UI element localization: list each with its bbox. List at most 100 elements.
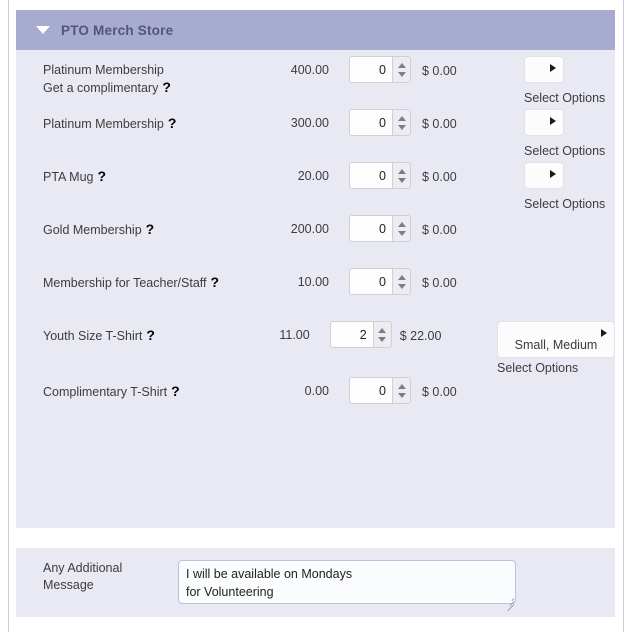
select-options-caption: Select Options	[524, 197, 606, 211]
product-name-line2: Get a complimentary	[43, 81, 159, 95]
product-name-line1: Platinum Membership	[43, 117, 164, 131]
stepper-buttons[interactable]	[392, 377, 411, 404]
stepper-down-icon[interactable]	[378, 336, 387, 342]
stepper-buttons[interactable]	[392, 215, 411, 242]
product-rows: Platinum Membership Get a complimentary? 4…	[16, 50, 615, 428]
question-mark-icon[interactable]: ?	[168, 115, 177, 131]
table-row: Youth Size T-Shirt? 11.00 $ 22.00 Small, Me…	[16, 319, 615, 375]
quantity-stepper[interactable]	[349, 215, 411, 242]
quantity-stepper[interactable]	[349, 268, 411, 295]
stepper-up-icon[interactable]	[397, 115, 406, 121]
question-mark-icon[interactable]: ?	[171, 383, 180, 399]
stepper-down-icon[interactable]	[397, 124, 406, 130]
stepper-buttons[interactable]	[392, 56, 411, 83]
product-subtotal: $ 22.00	[399, 329, 442, 343]
stepper-buttons[interactable]	[372, 321, 392, 348]
chevron-right-icon[interactable]	[550, 117, 556, 125]
question-mark-icon[interactable]: ?	[97, 168, 106, 184]
page-left-border	[8, 0, 9, 632]
quantity-input[interactable]	[349, 268, 392, 295]
quantity-cell	[329, 266, 414, 295]
select-options-dropdown[interactable]	[524, 109, 564, 136]
quantity-input[interactable]	[349, 215, 392, 242]
page-right-border	[623, 0, 624, 632]
store-panel: PTO Merch Store Platinum Membership Get a…	[16, 10, 615, 528]
options-cell: Select Options	[492, 160, 615, 211]
quantity-stepper[interactable]	[349, 162, 411, 189]
quantity-stepper[interactable]	[329, 321, 392, 348]
quantity-input[interactable]	[349, 56, 392, 83]
product-price: 20.00	[297, 169, 329, 183]
stepper-up-icon[interactable]	[397, 383, 406, 389]
chevron-right-icon[interactable]	[550, 64, 556, 72]
options-cell	[492, 213, 615, 215]
question-mark-icon[interactable]: ?	[162, 79, 171, 95]
stepper-down-icon[interactable]	[397, 71, 406, 77]
stepper-buttons[interactable]	[392, 109, 411, 136]
options-cell	[492, 375, 615, 377]
additional-message-label-line2: Message	[43, 578, 94, 592]
quantity-input[interactable]	[349, 109, 392, 136]
select-options-caption: Select Options	[497, 361, 579, 375]
stepper-up-icon[interactable]	[397, 62, 406, 68]
product-name: Gold Membership?	[28, 213, 243, 239]
triangle-down-icon[interactable]	[36, 26, 50, 34]
product-name: Platinum Membership?	[28, 107, 243, 133]
question-mark-icon[interactable]: ?	[146, 327, 155, 343]
product-price: 200.00	[290, 222, 329, 236]
table-row: Gold Membership? 200.00 $ 0.00	[16, 213, 615, 266]
stepper-up-icon[interactable]	[397, 168, 406, 174]
product-subtotal: $ 0.00	[422, 170, 457, 184]
product-name-line1: Membership for Teacher/Staff	[43, 276, 207, 290]
product-name-line1: Platinum Membership	[43, 63, 164, 77]
stepper-buttons[interactable]	[392, 162, 411, 189]
additional-message-textarea[interactable]	[178, 560, 516, 604]
question-mark-icon[interactable]: ?	[211, 274, 220, 290]
stepper-down-icon[interactable]	[397, 177, 406, 183]
product-name: Complimentary T-Shirt?	[28, 375, 243, 401]
stepper-up-icon[interactable]	[397, 274, 406, 280]
product-subtotal: $ 0.00	[422, 223, 457, 237]
table-row: Platinum Membership Get a complimentary? 4…	[16, 54, 615, 107]
select-options-dropdown[interactable]: Small, Medium	[497, 321, 615, 358]
product-price: 10.00	[297, 275, 329, 289]
store-title: PTO Merch Store	[61, 22, 174, 38]
stepper-up-icon[interactable]	[378, 327, 387, 333]
product-name-line1: Youth Size T-Shirt	[43, 329, 143, 343]
quantity-cell	[329, 107, 414, 136]
table-row: Membership for Teacher/Staff? 10.00 $ 0.00	[16, 266, 615, 319]
chevron-right-icon[interactable]	[550, 170, 556, 178]
select-options-caption: Select Options	[524, 144, 606, 158]
quantity-cell	[329, 160, 414, 189]
quantity-stepper[interactable]	[349, 377, 411, 404]
quantity-input[interactable]	[349, 162, 392, 189]
select-options-caption: Select Options	[524, 91, 606, 105]
quantity-cell	[310, 319, 392, 348]
select-options-dropdown[interactable]	[524, 162, 564, 189]
store-header[interactable]: PTO Merch Store	[16, 10, 615, 50]
options-cell: Select Options	[492, 54, 615, 105]
product-name: Membership for Teacher/Staff?	[28, 266, 243, 292]
stepper-down-icon[interactable]	[397, 392, 406, 398]
stepper-down-icon[interactable]	[397, 283, 406, 289]
product-subtotal: $ 0.00	[422, 64, 457, 78]
stepper-down-icon[interactable]	[397, 230, 406, 236]
select-options-dropdown[interactable]	[524, 56, 564, 83]
table-row: PTA Mug? 20.00 $ 0.00 Select Options	[16, 160, 615, 213]
quantity-input[interactable]	[349, 377, 392, 404]
additional-message-label: Any Additional Message	[28, 560, 178, 594]
additional-message-label-line1: Any Additional	[43, 561, 123, 575]
chevron-right-icon[interactable]	[601, 329, 607, 337]
quantity-stepper[interactable]	[349, 109, 411, 136]
additional-message-panel: Any Additional Message	[16, 548, 615, 617]
quantity-input[interactable]	[329, 321, 373, 348]
options-cell	[492, 266, 615, 268]
product-name-line1: Gold Membership	[43, 223, 142, 237]
stepper-up-icon[interactable]	[397, 221, 406, 227]
question-mark-icon[interactable]: ?	[146, 221, 155, 237]
options-cell: Select Options	[492, 107, 615, 158]
stepper-buttons[interactable]	[392, 268, 411, 295]
product-name: Youth Size T-Shirt?	[28, 319, 230, 345]
product-name-line1: Complimentary T-Shirt	[43, 385, 168, 399]
quantity-stepper[interactable]	[349, 56, 411, 83]
